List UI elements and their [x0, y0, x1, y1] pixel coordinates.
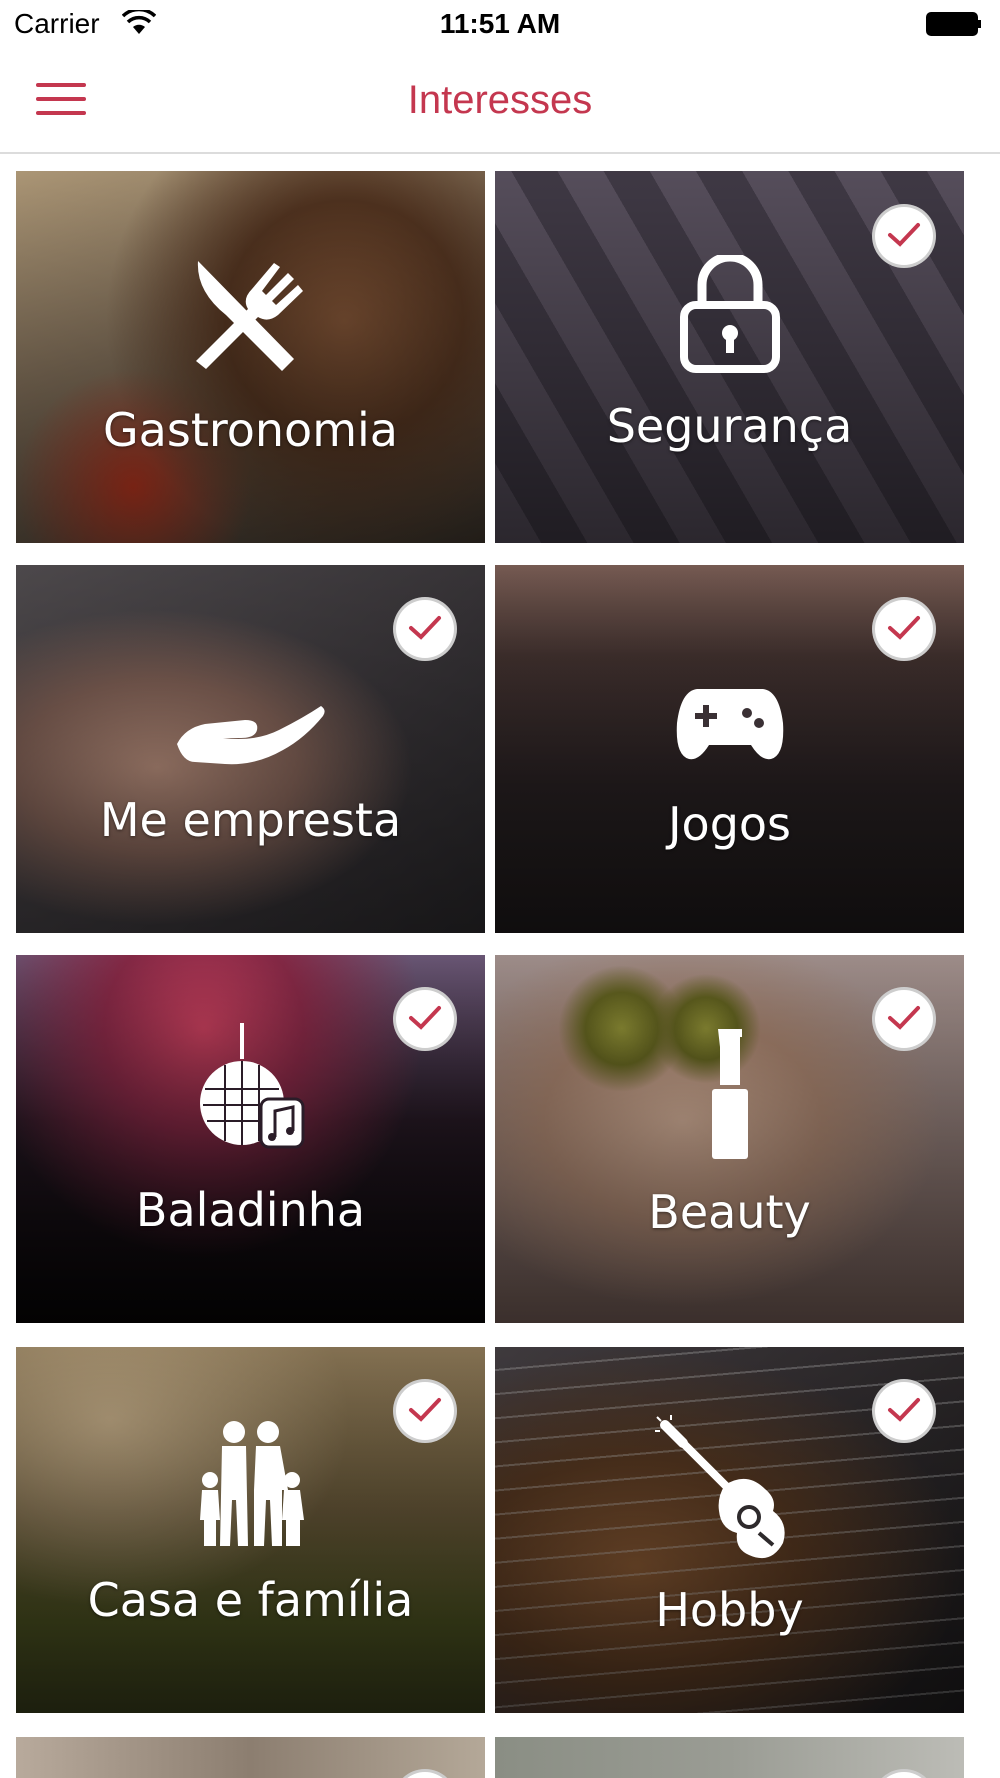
- category-label: Segurança: [606, 399, 853, 453]
- category-tile-gastronomia[interactable]: Gastronomia: [16, 171, 485, 543]
- category-label: Casa e família: [87, 1573, 414, 1627]
- selected-check-badge[interactable]: [393, 987, 457, 1051]
- selected-check-badge[interactable]: [872, 597, 936, 661]
- lipstick-icon: [711, 1029, 748, 1159]
- selected-check-badge[interactable]: [872, 987, 936, 1051]
- hand-icon: [176, 706, 325, 765]
- selected-check-badge[interactable]: [872, 204, 936, 268]
- category-tile-partial[interactable]: [495, 1737, 964, 1778]
- category-tile-beauty[interactable]: Beauty: [495, 955, 964, 1323]
- category-label: Gastronomia: [103, 403, 398, 457]
- category-label: Me empresta: [99, 793, 402, 847]
- checkmark-icon: [888, 1398, 920, 1422]
- checkmark-icon: [409, 616, 441, 640]
- checkmark-icon: [888, 1006, 920, 1030]
- checkmark-icon: [888, 223, 920, 247]
- category-tile-baladinha[interactable]: Baladinha: [16, 955, 485, 1323]
- category-tile-me-empresta[interactable]: Me empresta: [16, 565, 485, 933]
- cutlery-icon: [195, 261, 303, 371]
- selected-check-badge[interactable]: [872, 1379, 936, 1443]
- category-tile-seguranca[interactable]: Segurança: [495, 171, 964, 543]
- category-tile-jogos[interactable]: Jogos: [495, 565, 964, 933]
- category-label: Jogos: [667, 797, 792, 851]
- category-label: Beauty: [648, 1185, 811, 1239]
- category-label: Baladinha: [135, 1183, 366, 1237]
- selected-check-badge[interactable]: [393, 1379, 457, 1443]
- category-tile-partial[interactable]: [16, 1737, 485, 1778]
- family-icon: [199, 1421, 304, 1546]
- lock-icon: [679, 255, 780, 373]
- checkmark-icon: [888, 616, 920, 640]
- checkmark-icon: [409, 1398, 441, 1422]
- category-tile-casa-e-familia[interactable]: Casa e família: [16, 1347, 485, 1713]
- guitar-icon: [654, 1415, 785, 1559]
- selected-check-badge[interactable]: [393, 597, 457, 661]
- checkmark-icon: [409, 1006, 441, 1030]
- category-grid: Gastronomia Segurança Me empresta Jogos …: [0, 0, 1000, 1778]
- category-tile-hobby[interactable]: Hobby: [495, 1347, 964, 1713]
- gamepad-icon: [676, 689, 783, 760]
- disco-ball-icon: [199, 1023, 304, 1149]
- category-label: Hobby: [655, 1583, 804, 1637]
